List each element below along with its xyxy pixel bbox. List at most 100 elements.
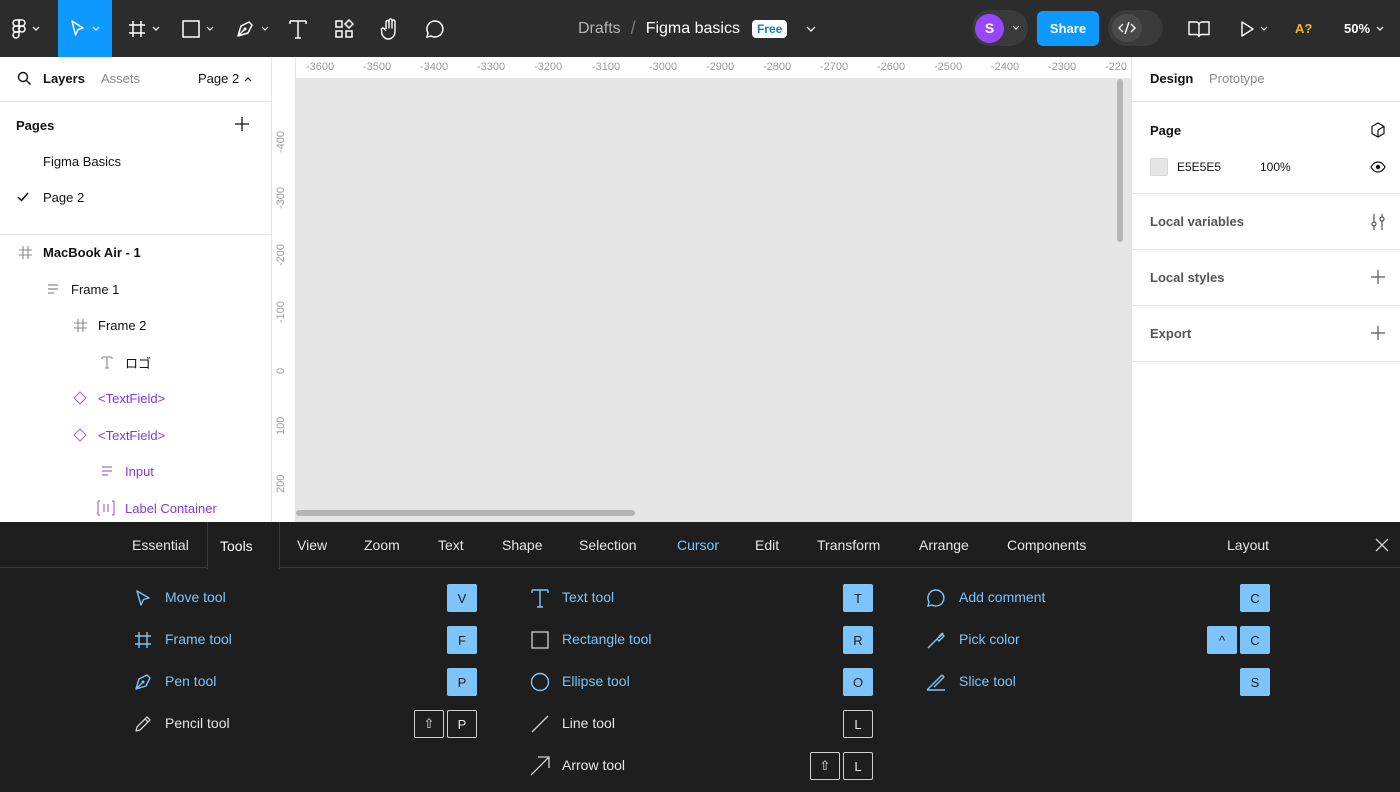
chevron-down-icon (1012, 25, 1020, 30)
layer-row[interactable]: <TextField> (0, 380, 271, 416)
local-styles-section[interactable]: Local styles (1132, 250, 1400, 306)
page-color-swatch[interactable] (1150, 158, 1168, 176)
tab-layout[interactable]: Layout (1215, 522, 1281, 568)
comment-tool-button[interactable] (421, 0, 449, 57)
layer-row[interactable]: Input (0, 453, 271, 489)
tab-cursor[interactable]: Cursor (665, 522, 731, 568)
accessibility-check[interactable]: A? (1295, 0, 1312, 57)
page-section-title: Page (1150, 123, 1182, 138)
shortcut-label: Arrow tool (562, 757, 626, 773)
layer-row[interactable]: MacBook Air - 1 (0, 234, 271, 270)
figma-logo-icon (12, 18, 26, 39)
breadcrumb-separator: / (630, 18, 636, 38)
shortcut-label: Frame tool (165, 631, 232, 647)
arrow-tool-icon (529, 755, 551, 777)
pen-tool-button[interactable] (230, 0, 274, 57)
file-name[interactable]: Figma basics (646, 20, 740, 38)
share-button[interactable]: Share (1037, 11, 1099, 46)
ruler-tick-label: -3000 (649, 61, 678, 73)
hand-tool-button[interactable] (376, 0, 404, 57)
add-icon[interactable] (1370, 325, 1386, 341)
library-button[interactable] (1186, 0, 1212, 57)
multiplayer-avatars[interactable]: S (972, 10, 1028, 46)
tab-text[interactable]: Text (426, 522, 476, 568)
ruler-vertical: -400 -300 -200 -100 0 100 200 (272, 57, 296, 522)
local-variables-section[interactable]: Local variables (1132, 194, 1400, 250)
export-title: Export (1150, 326, 1192, 341)
local-styles-title: Local styles (1150, 270, 1225, 285)
pen-icon (237, 20, 253, 37)
left-panel: Layers Assets Page 2 Pages Figma Basics … (0, 57, 272, 522)
tab-edit[interactable]: Edit (743, 522, 791, 568)
ruler-tick-label: -2800 (763, 61, 792, 73)
breadcrumb-drafts[interactable]: Drafts (578, 20, 621, 38)
chevron-down-icon[interactable] (805, 25, 817, 33)
move-tool-button[interactable] (58, 0, 112, 57)
text-icon (289, 19, 307, 39)
rectangle-icon (182, 19, 200, 38)
shortcut-label: Move tool (165, 589, 226, 605)
text-icon (101, 355, 113, 369)
page-item[interactable]: Figma Basics (43, 154, 121, 169)
tab-design[interactable]: Design (1150, 71, 1193, 86)
frame-icon (19, 245, 32, 259)
layer-row[interactable]: ロゴ (0, 344, 271, 380)
tab-shape[interactable]: Shape (490, 522, 554, 568)
ruler-tick-label: 200 (275, 474, 287, 493)
tab-components[interactable]: Components (995, 522, 1098, 568)
variables-settings-icon[interactable] (1370, 213, 1386, 231)
comment-tool-icon (925, 587, 947, 609)
tab-arrange[interactable]: Arrange (907, 522, 981, 568)
layer-name: MacBook Air - 1 (43, 244, 141, 260)
search-icon[interactable] (17, 71, 32, 86)
page-color-opacity[interactable]: 100% (1260, 160, 1291, 174)
tab-essential[interactable]: Essential (120, 522, 201, 568)
resources-button[interactable] (330, 0, 358, 57)
main-menu-button[interactable] (4, 0, 48, 57)
page-item-selected[interactable]: Page 2 (43, 190, 84, 205)
shortcut-label: Add comment (959, 589, 1046, 605)
shortcut-label: Slice tool (959, 673, 1016, 689)
zoom-menu[interactable]: 50% (1344, 0, 1384, 57)
plan-badge[interactable]: Free (751, 19, 788, 38)
layer-row[interactable]: Frame 1 (0, 271, 271, 307)
eye-icon[interactable] (1370, 160, 1386, 174)
autolayout-icon (101, 465, 113, 477)
shortcut-key: T (843, 584, 873, 612)
tab-view[interactable]: View (285, 522, 339, 568)
horizontal-scrollbar[interactable] (296, 510, 635, 516)
chevron-down-icon (152, 26, 160, 31)
add-page-icon[interactable] (234, 116, 250, 132)
ruler-tick-label: 100 (275, 416, 287, 435)
page-selector[interactable]: Page 2 (198, 71, 252, 86)
present-button[interactable] (1236, 0, 1272, 57)
tab-transform[interactable]: Transform (805, 522, 892, 568)
frame-icon (129, 20, 145, 37)
shortcut-tabs: Essential Tools View Zoom Text Shape Sel… (0, 522, 1400, 569)
tab-zoom[interactable]: Zoom (352, 522, 412, 568)
export-section[interactable]: Export (1132, 306, 1400, 362)
canvas[interactable]: -3600 -3500 -3400 -3300 -3200 -3100 -300… (272, 57, 1131, 522)
layer-row[interactable]: Frame 2 (0, 307, 271, 343)
tab-prototype[interactable]: Prototype (1209, 71, 1265, 86)
shape-tool-button[interactable] (176, 0, 220, 57)
tab-assets[interactable]: Assets (101, 71, 140, 86)
tab-selection[interactable]: Selection (567, 522, 649, 568)
hand-icon (380, 17, 396, 40)
close-icon[interactable] (1374, 537, 1390, 553)
avatar[interactable]: S (975, 13, 1004, 43)
layer-name: <TextField> (98, 390, 166, 406)
add-icon[interactable] (1370, 269, 1386, 285)
dev-mode-toggle[interactable] (1108, 10, 1163, 46)
frame-tool-button[interactable] (122, 0, 166, 57)
tab-tools[interactable]: Tools (207, 522, 280, 569)
layer-row[interactable]: <TextField> (0, 417, 271, 453)
rectangle-tool-icon (529, 629, 551, 651)
tab-layers[interactable]: Layers (43, 71, 85, 86)
page-color-hex[interactable]: E5E5E5 (1177, 160, 1221, 174)
autolayout-icon (47, 283, 59, 295)
text-tool-button[interactable] (284, 0, 312, 57)
layer-row[interactable]: Label Container (0, 490, 271, 522)
page-settings-icon[interactable] (1370, 122, 1386, 138)
vertical-scrollbar[interactable] (1117, 79, 1123, 242)
